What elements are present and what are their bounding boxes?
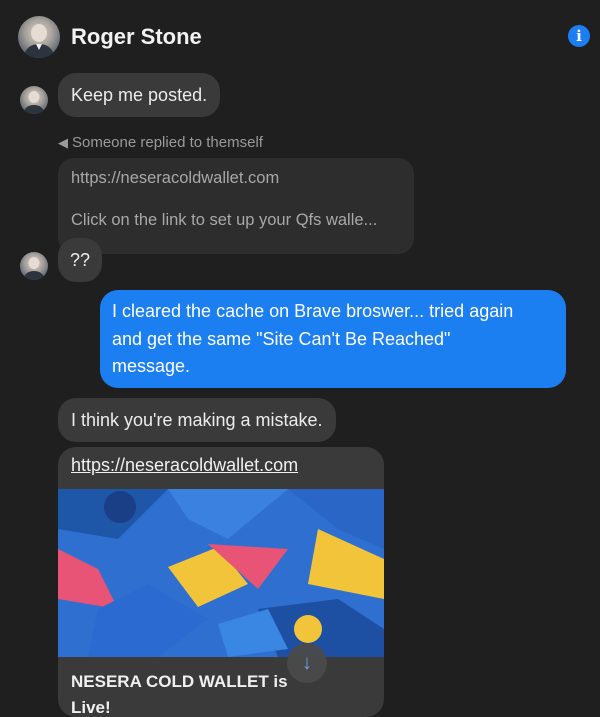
- message-text: I think you're making a mistake.: [71, 410, 323, 430]
- link-preview-card[interactable]: https://neseracoldwallet.com NESERA COLD…: [58, 447, 384, 717]
- arrow-down-icon: ↓: [302, 652, 312, 674]
- link-title: NESERA COLD WALLET is Live!: [71, 669, 288, 717]
- chat-header: Roger Stone i: [0, 0, 600, 72]
- message-text: Keep me posted.: [71, 85, 208, 105]
- quoted-message[interactable]: https://neseracoldwallet.com Click on th…: [58, 158, 414, 254]
- sender-avatar[interactable]: [20, 86, 48, 114]
- reply-label-text: Someone replied to themself: [72, 134, 263, 151]
- contact-avatar[interactable]: [18, 16, 60, 58]
- quoted-url: https://neseracoldwallet.com: [71, 169, 280, 187]
- message-text-line: and get the same "Site Can't Be Reached": [112, 328, 451, 349]
- link-preview-image[interactable]: [58, 489, 384, 657]
- message-text-line: I cleared the cache on Brave broswer... …: [112, 301, 514, 321]
- link-title-line: NESERA COLD WALLET is: [71, 672, 288, 691]
- reply-arrow-icon: ◀: [58, 135, 68, 150]
- message-bubble-outgoing[interactable]: I cleared the cache on Brave broswer... …: [100, 290, 566, 388]
- message-bubble-incoming[interactable]: Keep me posted.: [58, 73, 221, 117]
- link-url[interactable]: https://neseracoldwallet.com: [71, 455, 298, 476]
- link-title-line: Live!: [71, 698, 111, 717]
- scroll-down-button[interactable]: ↓: [287, 643, 327, 683]
- reply-label: ◀ Someone replied to themself: [58, 134, 263, 151]
- message-text: ??: [69, 250, 91, 270]
- sender-avatar[interactable]: [20, 252, 48, 280]
- message-bubble-incoming[interactable]: ??: [58, 238, 102, 282]
- contact-name[interactable]: Roger Stone: [71, 24, 202, 50]
- quoted-text: Click on the link to set up your Qfs wal…: [71, 211, 378, 229]
- message-text-line: message.: [112, 356, 191, 376]
- message-bubble-incoming[interactable]: I think you're making a mistake.: [58, 398, 336, 442]
- info-icon[interactable]: i: [568, 25, 590, 47]
